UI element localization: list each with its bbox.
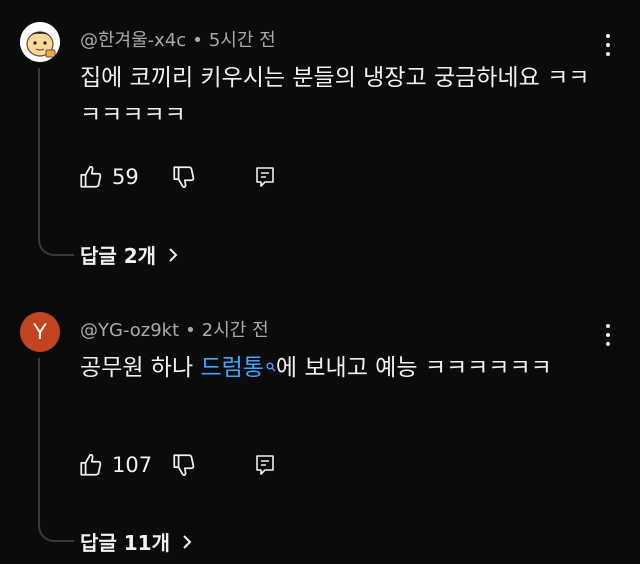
thread-connector bbox=[38, 358, 74, 542]
user-avatar[interactable] bbox=[20, 22, 60, 62]
search-icon[interactable] bbox=[266, 361, 276, 376]
replies-label: 답글 2개 bbox=[80, 244, 157, 268]
dot bbox=[606, 34, 610, 38]
thumbs-down-icon bbox=[173, 166, 195, 188]
comment-item: @한겨울-x4c • 5시간 전 집에 코끼리 키우시는 분들의 냉장고 궁금하네요… bbox=[0, 0, 640, 290]
chevron-right-icon bbox=[182, 534, 192, 550]
dot bbox=[606, 333, 610, 337]
more-options-button[interactable] bbox=[602, 34, 614, 56]
more-options-button[interactable] bbox=[602, 324, 614, 346]
comment-meta: @YG-oz9kt • 2시간 전 bbox=[80, 316, 269, 342]
comment-time[interactable]: 2시간 전 bbox=[202, 320, 269, 341]
like-button[interactable]: 59 bbox=[78, 164, 139, 190]
user-avatar[interactable]: Y bbox=[20, 312, 60, 352]
dislike-button[interactable] bbox=[171, 164, 197, 194]
author-handle[interactable]: @한겨울-x4c bbox=[80, 30, 186, 51]
dislike-button[interactable] bbox=[171, 452, 197, 482]
comment-text-part: 공무원 하나 bbox=[80, 355, 201, 381]
meta-separator: • bbox=[192, 30, 203, 51]
comment-time[interactable]: 5시간 전 bbox=[209, 30, 276, 51]
dot bbox=[606, 43, 610, 47]
comment-text: 공무원 하나 드럼통 에 보내고 예능 ㅋㅋㅋㅋㅋㅋ bbox=[80, 350, 600, 387]
replies-label: 답글 11개 bbox=[80, 531, 170, 555]
meta-separator: • bbox=[185, 320, 196, 341]
dot bbox=[606, 324, 610, 328]
chevron-right-icon bbox=[168, 247, 178, 263]
like-count: 107 bbox=[112, 453, 153, 477]
comment-actions: 59 bbox=[78, 162, 274, 192]
dot bbox=[606, 342, 610, 346]
dot bbox=[606, 52, 610, 56]
thumbs-up-icon bbox=[80, 454, 102, 476]
thread-connector bbox=[38, 68, 74, 256]
like-count: 59 bbox=[112, 165, 139, 189]
view-replies-button[interactable]: 답글 11개 bbox=[80, 527, 192, 556]
thumbs-down-icon bbox=[173, 454, 195, 476]
comment-text: 집에 코끼리 키우시는 분들의 냉장고 궁금하네요 ㅋㅋㅋㅋㅋㅋㅋ bbox=[80, 65, 590, 128]
comment-reply-icon bbox=[256, 455, 274, 475]
thumbs-up-icon bbox=[80, 166, 102, 188]
view-replies-button[interactable]: 답글 2개 bbox=[80, 240, 178, 269]
cartoon-face-avatar-icon bbox=[20, 22, 60, 62]
comment-item: Y @YG-oz9kt • 2시간 전 공무원 하나 드럼통 에 보내고 예능 ㅋㅋㅋ… bbox=[0, 290, 640, 564]
avatar-letter: Y bbox=[32, 319, 48, 344]
comment-reply-icon bbox=[256, 167, 274, 187]
search-link[interactable]: 드럼통 bbox=[200, 355, 263, 381]
comment-meta: @한겨울-x4c • 5시간 전 bbox=[80, 26, 276, 52]
like-button[interactable]: 107 bbox=[78, 452, 152, 478]
reply-button[interactable] bbox=[253, 164, 277, 194]
comment-text-part: 에 보내고 예능 ㅋㅋㅋㅋㅋㅋ bbox=[275, 355, 552, 381]
comment-actions: 107 bbox=[78, 450, 274, 480]
author-handle[interactable]: @YG-oz9kt bbox=[80, 320, 179, 341]
reply-button[interactable] bbox=[253, 452, 277, 482]
